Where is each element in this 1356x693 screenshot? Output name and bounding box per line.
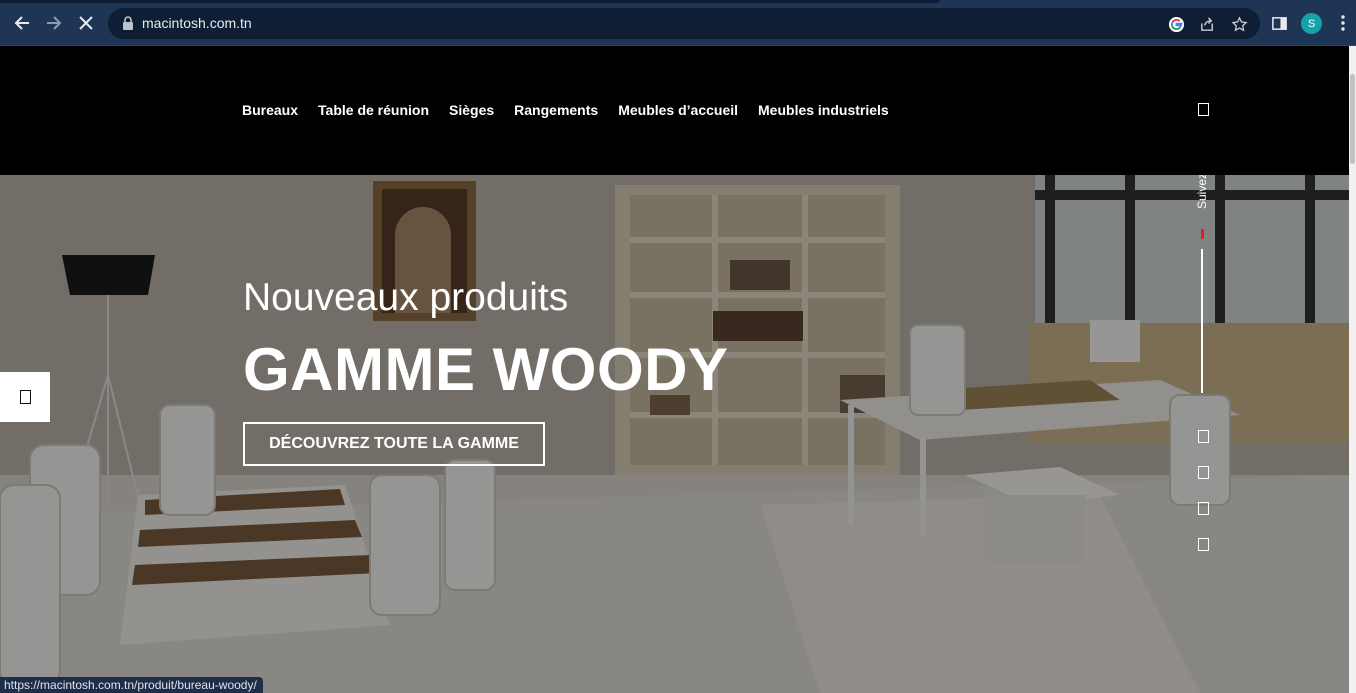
follow-accent-mark [1201, 229, 1204, 239]
facebook-icon[interactable] [1198, 430, 1209, 443]
main-navigation: Bureaux Table de réunion Sièges Rangemen… [242, 102, 889, 118]
stop-loading-icon[interactable] [74, 11, 98, 35]
address-bar[interactable]: macintosh.com.tn [108, 8, 1260, 39]
browser-toolbar: macintosh.com.tn S [0, 0, 1356, 46]
nav-link-bureaux[interactable]: Bureaux [242, 102, 298, 118]
nav-link-sieges[interactable]: Sièges [449, 102, 494, 118]
search-icon[interactable] [1198, 103, 1209, 116]
link-status-bar: https://macintosh.com.tn/produit/bureau-… [0, 677, 263, 693]
discover-range-button[interactable]: DÉCOUVREZ TOUTE LA GAMME [243, 422, 545, 466]
tab-strip-edge [0, 0, 940, 3]
lock-icon[interactable] [122, 16, 134, 30]
forward-arrow-icon[interactable] [42, 11, 66, 35]
hero-slider: Nouveaux produits GAMME WOODY DÉCOUVREZ … [0, 175, 1349, 693]
back-arrow-icon[interactable] [10, 11, 34, 35]
nav-link-meubles-industriels[interactable]: Meubles industriels [758, 102, 889, 118]
follow-divider-line [1201, 249, 1203, 393]
side-toggle-button[interactable] [0, 372, 50, 422]
hero-overlay [0, 175, 1349, 693]
address-url[interactable]: macintosh.com.tn [142, 15, 252, 31]
instagram-icon[interactable] [1198, 466, 1209, 479]
nav-link-table-de-reunion[interactable]: Table de réunion [318, 102, 429, 118]
linkedin-icon[interactable] [1198, 502, 1209, 515]
site-header: Bureaux Table de réunion Sièges Rangemen… [0, 46, 1349, 175]
web-page: Bureaux Table de réunion Sièges Rangemen… [0, 46, 1349, 693]
profile-avatar[interactable]: S [1301, 13, 1322, 34]
menu-dots-icon[interactable] [1338, 14, 1348, 32]
follow-us-label: Suivez [1195, 175, 1209, 209]
nav-link-meubles-accueil[interactable]: Meubles d’accueil [618, 102, 738, 118]
nav-link-rangements[interactable]: Rangements [514, 102, 598, 118]
bookmark-star-icon[interactable] [1229, 14, 1249, 34]
hero-title: GAMME WOODY [243, 336, 729, 403]
scrollbar-thumb[interactable] [1350, 74, 1355, 164]
google-icon[interactable] [1166, 14, 1186, 34]
side-panel-icon[interactable] [1269, 13, 1289, 33]
page-scrollbar[interactable] [1349, 46, 1356, 693]
youtube-icon[interactable] [1198, 538, 1209, 551]
share-icon[interactable] [1197, 14, 1217, 34]
hero-subtitle: Nouveaux produits [243, 276, 569, 319]
panel-icon [19, 390, 31, 404]
